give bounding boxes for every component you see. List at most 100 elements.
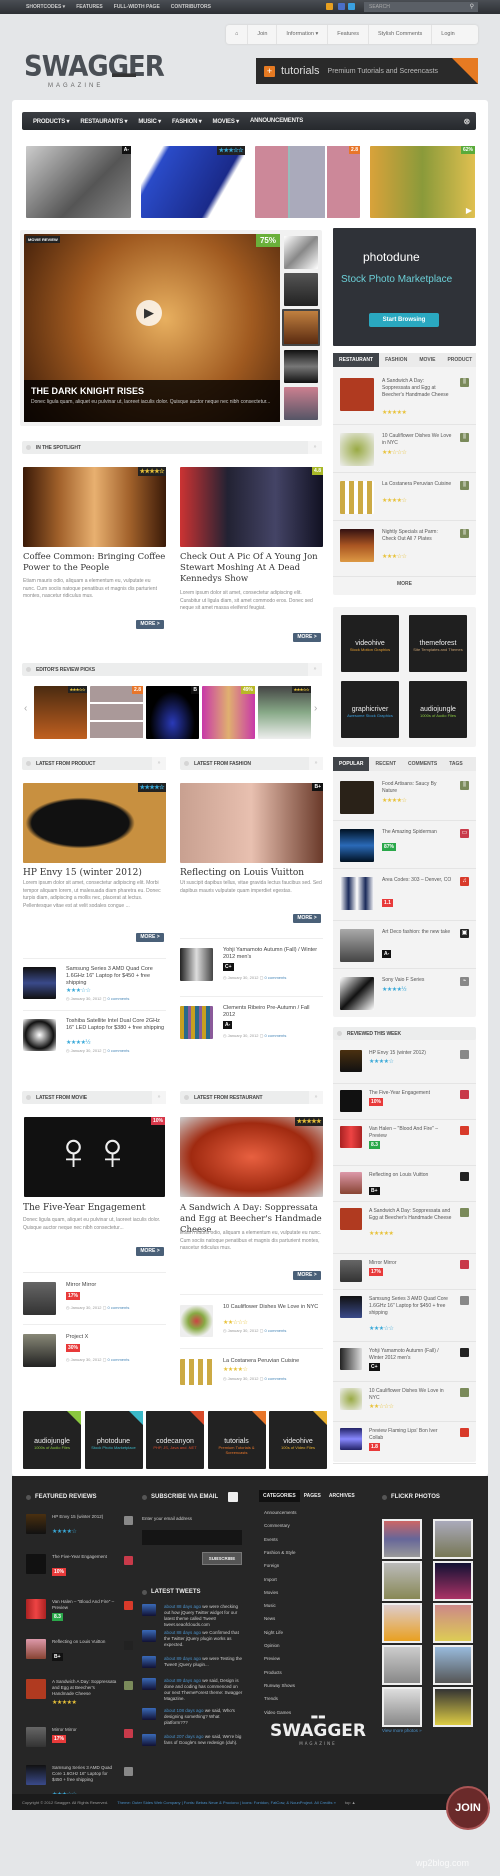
item-title[interactable]: Reflecting on Louis Vuitton	[369, 1172, 453, 1179]
more-button[interactable]: MORE >	[136, 1247, 164, 1256]
tab-comments[interactable]: COMMENTS	[402, 757, 443, 771]
tab-archives[interactable]: ARCHIVES	[325, 1490, 359, 1502]
item-title[interactable]: 10 Cauliflower Dishes We Love in NYC	[382, 433, 452, 447]
ad-photodune[interactable]: photodune Stock Photo Marketplace	[84, 1411, 143, 1469]
featured-item[interactable]: Reflecting on Louis Vuitton B+	[26, 1639, 136, 1679]
item-title[interactable]: Sony Vaio F Series	[382, 977, 452, 984]
view-more-photos-link[interactable]: View more photos »	[382, 1728, 422, 1734]
category-link[interactable]: Fashion & Style	[264, 1550, 296, 1556]
more-button[interactable]: MORE >	[136, 620, 164, 629]
flickr-photo[interactable]	[433, 1561, 473, 1601]
list-item[interactable]: Van Halen – "Blood And Fire" – Preview 8.…	[333, 1120, 476, 1166]
strip-thumb[interactable]: 62% ▶	[370, 146, 475, 218]
more-button[interactable]: MORE >	[293, 633, 321, 642]
tab-product[interactable]: PRODUCT	[441, 353, 478, 367]
search-input[interactable]: SEARCH ⚲	[364, 2, 478, 12]
item-title[interactable]: La Costanera Peruvian Cuisine	[223, 1358, 323, 1365]
slider-title[interactable]: THE DARK KNIGHT RISES	[31, 386, 273, 396]
pick-thumb[interactable]: ★★★☆☆	[258, 686, 311, 739]
ad-tutorials[interactable]: tutorials Premium Tutorials & Screencasts	[207, 1411, 266, 1469]
list-item[interactable]: The Five-Year Engagement 10%	[333, 1084, 476, 1120]
item-title[interactable]: Clements Ribeiro Pre-Autumn / Fall 2012	[223, 1005, 323, 1019]
post-image[interactable]: ★★★★★	[180, 1117, 323, 1197]
category-link[interactable]: Announcements	[264, 1510, 297, 1516]
list-item[interactable]: 10 Cauliflower Dishes We Love in NYC ★★☆…	[180, 1294, 323, 1346]
ad-audiojungle[interactable]: audiojungle 1000s of Audio Files	[23, 1411, 81, 1469]
post-image[interactable]: ★★★★☆	[23, 467, 166, 547]
join-badge[interactable]: JOIN	[446, 1786, 490, 1830]
post-title[interactable]: The Five-Year Engagement	[23, 1203, 145, 1213]
item-title[interactable]: Van Halen – "Blood And Fire" – Preview	[52, 1599, 118, 1611]
pick-thumb[interactable]: B	[146, 686, 199, 739]
menu-login[interactable]: Login	[432, 25, 463, 44]
tab-tags[interactable]: TAGS	[443, 757, 469, 771]
email-input[interactable]	[142, 1530, 242, 1545]
flickr-photo[interactable]	[433, 1645, 473, 1685]
list-item[interactable]: Nightly Specials at Parm: Check Out All …	[333, 521, 476, 577]
flickr-photo[interactable]	[382, 1645, 422, 1685]
list-item[interactable]: La Costanera Peruvian Cuisine ★★★★☆ ⫼	[333, 473, 476, 521]
tab-restaurant[interactable]: RESTAURANT	[333, 353, 380, 367]
category-link[interactable]: Commentary	[264, 1523, 290, 1529]
carousel-prev-icon[interactable]: ‹	[24, 703, 27, 714]
category-link[interactable]: Foreign	[264, 1563, 279, 1569]
item-title[interactable]: A Sandwich A Day: Soppressata and Egg at…	[382, 378, 452, 399]
more-link[interactable]: MORE	[333, 581, 476, 587]
item-title[interactable]: Samsung Series 3 AMD Quad Core 1.6GHz 16…	[52, 1765, 118, 1783]
featured-item[interactable]: Mirror Mirror 17%	[26, 1727, 136, 1765]
section-more-arrow[interactable]: »	[152, 1091, 166, 1104]
category-link[interactable]: Opinion	[264, 1643, 280, 1649]
item-title[interactable]: Art Deco fashion: the new take	[382, 929, 452, 936]
top-nav-contributors[interactable]: CONTRIBUTORS	[171, 4, 211, 10]
item-title[interactable]: Reflecting on Louis Vuitton	[52, 1639, 118, 1645]
slider-main-image[interactable]: MOVIE REVIEW 75% ▶ THE DARK KNIGHT RISES…	[24, 234, 280, 422]
item-title[interactable]: Preview Flaming Lips' Bon Iver Collab	[369, 1428, 453, 1442]
tweet-time-link[interactable]: about 88 days ago	[164, 1604, 201, 1609]
pick-thumb[interactable]: 49%	[202, 686, 255, 739]
post-title[interactable]: Coffee Common: Bringing Coffee Power to …	[23, 552, 168, 574]
start-browsing-button[interactable]: Start Browsing	[369, 313, 439, 327]
comments-link[interactable]: 0 comments	[265, 975, 287, 980]
top-nav-features[interactable]: FEATURES	[76, 4, 103, 10]
list-item[interactable]: The Amazing Spiderman 87% ▭	[333, 821, 476, 869]
strip-thumb[interactable]: 2.8	[255, 146, 360, 218]
subscribe-button[interactable]: SUBSCRIBE	[202, 1552, 242, 1565]
footer-logo[interactable]: ▬▬ SWAGGER MAGAZINE	[270, 1712, 366, 1746]
featured-item[interactable]: A Sandwich A Day: Soppressata and Egg at…	[26, 1679, 136, 1727]
back-to-top-link[interactable]: top ▲	[345, 1800, 356, 1805]
item-title[interactable]: Mirror Mirror	[66, 1282, 166, 1289]
tutorials-banner[interactable]: + tutorials Premium Tutorials and Screen…	[256, 58, 478, 84]
post-title[interactable]: Reflecting on Louis Vuitton	[180, 868, 304, 878]
strip-thumb[interactable]: ★★★☆☆	[141, 146, 245, 218]
slider-thumb[interactable]	[284, 387, 318, 420]
list-item[interactable]: Yohji Yamamoto Autumn (Fall) / Winter 20…	[180, 938, 323, 996]
featured-item[interactable]: Van Halen – "Blood And Fire" – Preview 8.…	[26, 1599, 136, 1639]
item-title[interactable]: 10 Cauliflower Dishes We Love in NYC	[369, 1388, 453, 1402]
list-item[interactable]: Samsung Series 3 AMD Quad Core 1.6GHz 16…	[333, 1290, 476, 1342]
menu-stylish-comments[interactable]: Stylish Comments	[369, 25, 433, 44]
pick-thumb[interactable]: 2.8	[90, 686, 143, 739]
tab-recent[interactable]: RECENT	[369, 757, 402, 771]
post-image[interactable]: B+	[180, 783, 323, 863]
slider-thumb[interactable]	[284, 350, 318, 383]
list-item[interactable]: Toshiba Satellite Intel Dual Core 2GHz 1…	[23, 1010, 166, 1060]
nav-fashion[interactable]: FASHION ▾	[172, 118, 202, 125]
nav-restaurants[interactable]: RESTAURANTS ▾	[80, 118, 127, 125]
photodune-ad[interactable]: photodune Stock Photo Marketplace Start …	[333, 228, 476, 346]
list-item[interactable]: Food Artisans: Saucy By Nature ★★★★☆ ⫼	[333, 773, 476, 821]
comments-link[interactable]: 0 comments	[108, 1305, 130, 1310]
item-title[interactable]: HP Envy 15 (winter 2012)	[369, 1050, 453, 1057]
list-item[interactable]: Sony Vaio F Series ★★★★½ ⌁	[333, 969, 476, 1015]
comments-link[interactable]: 0 comments	[108, 1048, 130, 1053]
slider-thumb[interactable]	[284, 236, 318, 269]
post-title[interactable]: HP Envy 15 (winter 2012)	[23, 868, 142, 878]
list-item[interactable]: La Costanera Peruvian Cuisine ★★★★☆ ◷ Ja…	[180, 1348, 323, 1394]
tab-pages[interactable]: PAGES	[300, 1490, 325, 1502]
item-title[interactable]: Yohji Yamamoto Autumn (Fall) / Winter 20…	[369, 1348, 453, 1362]
facebook-icon[interactable]	[338, 3, 345, 10]
item-title[interactable]: Yohji Yamamoto Autumn (Fall) / Winter 20…	[223, 947, 323, 961]
list-item[interactable]: Art Deco fashion: the new take A- ▣	[333, 921, 476, 969]
item-title[interactable]: A Sandwich A Day: Soppressata and Egg at…	[52, 1679, 118, 1697]
section-more-arrow[interactable]: »	[308, 441, 322, 454]
comments-link[interactable]: 0 comments	[108, 1357, 130, 1362]
